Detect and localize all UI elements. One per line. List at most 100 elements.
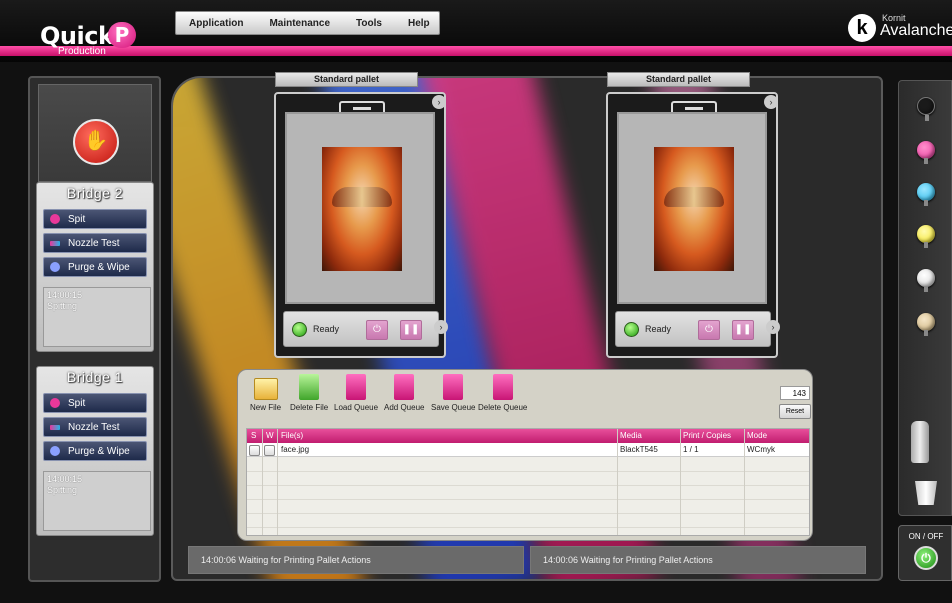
pallet-1-board xyxy=(285,112,435,304)
pallet-2-pause-button[interactable]: ❚❚ xyxy=(732,320,754,340)
queue-table: S W File(s) Media Print / Copies Mode fa… xyxy=(246,428,810,536)
log-time: 14:00:15 xyxy=(47,290,83,300)
bridge-2-title: Bridge 2 xyxy=(66,185,124,201)
spray-bottle-icon xyxy=(911,421,929,463)
bridge-1-title: Bridge 1 xyxy=(66,369,124,385)
pallet-1-next-icon[interactable]: › xyxy=(434,320,448,334)
power-panel: ON / OFF ⏻ xyxy=(898,525,952,581)
bridge-1-log: 14:00:15 Spitting xyxy=(43,471,151,531)
ink-status-panel xyxy=(898,80,952,516)
pallet-2-next-icon[interactable]: › xyxy=(766,320,780,334)
brand-product: Avalanche xyxy=(880,22,952,39)
new-file-icon xyxy=(253,378,278,400)
app-window: Quick P Production Application Maintenan… xyxy=(0,0,952,603)
nozzle-icon xyxy=(50,240,60,246)
black-ink-icon xyxy=(917,97,935,121)
bridge-1-spit-button[interactable]: Spit xyxy=(43,393,147,413)
beige-ink-icon xyxy=(917,313,935,336)
white-ink-icon xyxy=(917,269,935,292)
row-select-checkbox[interactable] xyxy=(249,445,260,456)
load-queue-button[interactable]: Load Queue xyxy=(334,374,378,412)
log-message: Spitting xyxy=(47,301,78,311)
menu-tools[interactable]: Tools xyxy=(343,18,395,29)
bridge-2-panel: Bridge 2 Spit Nozzle Test Purge & Wipe 1… xyxy=(36,182,154,352)
col-files: File(s) xyxy=(281,431,304,440)
col-media: Media xyxy=(620,431,642,440)
bridge-2-log: 14:00:15 Spitting xyxy=(43,287,151,347)
ready-indicator-icon xyxy=(292,322,307,337)
pallet-1-pause-button[interactable]: ❚❚ xyxy=(400,320,422,340)
pallet-1-status: Ready xyxy=(313,324,340,334)
pallet-2-print-button[interactable]: ⏻ xyxy=(698,320,720,340)
kornit-logo-icon: k xyxy=(848,14,876,42)
grid-line xyxy=(247,499,809,500)
pallet-2-expand-icon[interactable]: › xyxy=(764,95,778,109)
pallet-1-expand-icon[interactable]: › xyxy=(432,95,446,109)
row-media: BlackT545 xyxy=(620,445,658,454)
add-queue-button[interactable]: Add Queue xyxy=(384,374,424,412)
col-copies: Print / Copies xyxy=(683,431,732,440)
log-message: Spitting xyxy=(47,485,78,495)
col-mode: Mode xyxy=(747,431,768,440)
emergency-stop-box: ✋ xyxy=(38,84,152,182)
delete-file-button[interactable]: Delete File xyxy=(290,374,328,412)
button-label: Spit xyxy=(68,397,86,409)
col-s: S xyxy=(251,431,257,440)
menu-maintenance[interactable]: Maintenance xyxy=(256,18,343,29)
reset-button[interactable]: Reset xyxy=(779,404,811,419)
row-file: face.jpg xyxy=(281,445,310,454)
menu-application[interactable]: Application xyxy=(176,18,256,29)
pallet-1-print-button[interactable]: ⏻ xyxy=(366,320,388,340)
waste-cup-icon xyxy=(915,481,937,505)
table-header: S W File(s) Media Print / Copies Mode xyxy=(247,429,809,443)
add-queue-icon xyxy=(394,374,415,400)
pallet-1-controls: Ready ⏻ ❚❚ xyxy=(283,311,439,347)
col-w: W xyxy=(266,431,274,440)
button-label: Purge & Wipe xyxy=(68,445,130,457)
grid-line xyxy=(247,471,809,472)
cyan-ink-icon xyxy=(917,183,935,206)
bridge-1-nozzle-test-button[interactable]: Nozzle Test xyxy=(43,417,147,437)
new-file-button[interactable]: New File xyxy=(250,374,281,412)
save-queue-button[interactable]: Save Queue xyxy=(431,374,475,412)
menu-help[interactable]: Help xyxy=(395,18,443,29)
toolbar-label: Load Queue xyxy=(334,403,379,412)
delete-queue-button[interactable]: Delete Queue xyxy=(478,374,527,412)
purge-icon xyxy=(50,262,60,272)
grid-line xyxy=(247,527,809,528)
pallet-2-artwork-image xyxy=(654,147,734,271)
grid-divider xyxy=(262,429,263,535)
artwork-mask-shape xyxy=(332,187,392,207)
pallet-1-label: Standard pallet xyxy=(275,72,418,87)
button-label: Nozzle Test xyxy=(68,237,120,249)
stop-hand-icon[interactable]: ✋ xyxy=(73,119,119,165)
pallet-2: › Ready ⏻ ❚❚ › xyxy=(606,92,780,358)
artwork-mask-shape xyxy=(664,187,724,207)
header-accent-bar xyxy=(0,46,952,56)
yellow-ink-icon xyxy=(917,225,935,248)
ink-drop-icon xyxy=(50,214,60,224)
toolbar-label: Add Queue xyxy=(384,403,425,412)
magenta-ink-icon xyxy=(917,141,935,164)
pallet-2-status: Ready xyxy=(645,324,672,334)
bridge-2-spit-button[interactable]: Spit xyxy=(43,209,147,229)
app-logo-badge: P xyxy=(108,22,136,48)
pallet-1: › Ready ⏻ ❚❚ › xyxy=(274,92,448,358)
button-label: Nozzle Test xyxy=(68,421,120,433)
table-row[interactable]: face.jpg BlackT545 1 / 1 WCmyk xyxy=(247,443,809,457)
app-logo-subtitle: Production xyxy=(58,46,106,57)
pallet-2-board xyxy=(617,112,767,304)
pallet-1-artwork-image xyxy=(322,147,402,271)
toolbar-label: New File xyxy=(250,403,282,412)
button-label: Purge & Wipe xyxy=(68,261,130,273)
bridge-1-purge-wipe-button[interactable]: Purge & Wipe xyxy=(43,441,147,461)
pallet-2-controls: Ready ⏻ ❚❚ xyxy=(615,311,771,347)
copies-counter: 143 xyxy=(780,386,810,400)
bridge-2-purge-wipe-button[interactable]: Purge & Wipe xyxy=(43,257,147,277)
print-queue-panel: New File Delete File Load Queue Add Queu… xyxy=(237,369,813,541)
power-button-icon[interactable]: ⏻ xyxy=(914,546,938,570)
bridge-2-nozzle-test-button[interactable]: Nozzle Test xyxy=(43,233,147,253)
row-white-checkbox[interactable] xyxy=(264,445,275,456)
toolbar-label: Save Queue xyxy=(431,403,476,412)
grid-line xyxy=(247,485,809,486)
